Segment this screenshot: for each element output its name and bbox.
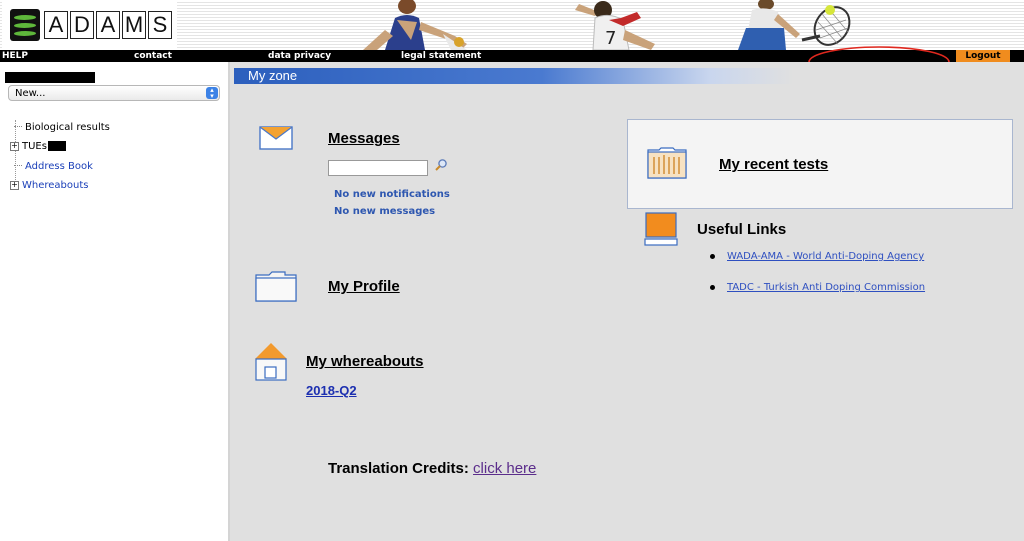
logo-letter: S xyxy=(148,11,172,39)
tree-connector xyxy=(14,165,22,167)
monitor-icon xyxy=(644,212,678,246)
data-privacy-link[interactable]: data privacy xyxy=(268,50,331,62)
athlete-image-fencer xyxy=(363,0,467,50)
legal-statement-link[interactable]: legal statement xyxy=(401,50,481,62)
help-link[interactable]: HELP xyxy=(2,50,28,62)
messages-search-input[interactable] xyxy=(328,160,428,176)
logout-button[interactable]: Logout xyxy=(956,50,1010,62)
translation-credits: Translation Credits: click here xyxy=(328,460,536,477)
sidebar-item-label: TUEs xyxy=(22,141,47,152)
folder-icon xyxy=(255,271,297,302)
wada-link[interactable]: WADA-AMA - World Anti-Doping Agency xyxy=(727,251,924,262)
svg-text:7: 7 xyxy=(605,28,616,49)
tree-connector xyxy=(14,126,22,128)
new-item-select[interactable]: New... ▴ ▾ xyxy=(8,85,220,101)
credits-link[interactable]: click here xyxy=(473,460,536,477)
adams-logo[interactable]: A D A M S xyxy=(2,2,177,48)
athlete-image-runner: 7 xyxy=(575,1,655,50)
useful-link-item: TADC - Turkish Anti Doping Commission xyxy=(710,282,925,293)
redacted-count xyxy=(47,141,66,151)
my-whereabouts-title[interactable]: My whereabouts xyxy=(306,353,424,370)
select-arrows-icon: ▴ ▾ xyxy=(206,87,218,100)
no-messages-text[interactable]: No new messages xyxy=(334,206,435,217)
logo-letters: A D A M S xyxy=(44,11,172,39)
whereabouts-quarter-link[interactable]: 2018-Q2 xyxy=(306,383,357,398)
logo-letter: D xyxy=(70,11,94,39)
redacted-user-name xyxy=(5,72,95,83)
logo-mark-icon xyxy=(10,9,40,41)
my-recent-tests-title[interactable]: My recent tests xyxy=(719,156,828,173)
header-banner: A D A M S 7 xyxy=(0,0,1024,50)
house-icon xyxy=(255,343,287,381)
search-icon[interactable] xyxy=(434,158,448,172)
sidebar-item-label[interactable]: Address Book xyxy=(25,161,93,172)
sidebar-item-label[interactable]: Whereabouts xyxy=(22,180,88,191)
sidebar-item-address-book[interactable]: Address Book xyxy=(11,160,93,174)
messages-title[interactable]: Messages xyxy=(328,130,400,147)
new-select-value: New... xyxy=(15,88,46,99)
zone-header: My zone xyxy=(234,68,794,84)
sidebar: New... ▴ ▾ Biological results + TUEs Addre… xyxy=(0,62,230,541)
recent-tests-icon xyxy=(647,147,687,179)
sidebar-item-biological-results[interactable]: Biological results xyxy=(11,121,110,135)
sidebar-item-tues[interactable]: + TUEs xyxy=(10,140,66,154)
credits-label: Translation Credits: xyxy=(328,460,469,477)
useful-link-item: WADA-AMA - World Anti-Doping Agency xyxy=(710,251,924,262)
envelope-icon xyxy=(259,126,293,150)
contact-link[interactable]: contact xyxy=(134,50,172,62)
sidebar-item-label: Biological results xyxy=(25,122,110,133)
athlete-image-tennis xyxy=(738,0,851,50)
my-profile-title[interactable]: My Profile xyxy=(328,278,400,295)
expand-icon[interactable]: + xyxy=(10,180,19,190)
expand-icon[interactable]: + xyxy=(10,141,19,151)
logo-letter: M xyxy=(122,11,146,39)
tadc-link[interactable]: TADC - Turkish Anti Doping Commission xyxy=(727,282,925,293)
no-notifications-text[interactable]: No new notifications xyxy=(334,189,450,200)
useful-links-title: Useful Links xyxy=(697,221,787,238)
logo-letter: A xyxy=(96,11,120,39)
recent-tests-panel: My recent tests xyxy=(627,119,1013,209)
bullet-icon xyxy=(710,284,715,290)
main-content: My zone Messages No new notifications No… xyxy=(230,62,1024,541)
bullet-icon xyxy=(710,253,715,259)
sidebar-item-whereabouts[interactable]: + Whereabouts xyxy=(10,179,88,193)
logo-letter: A xyxy=(44,11,68,39)
